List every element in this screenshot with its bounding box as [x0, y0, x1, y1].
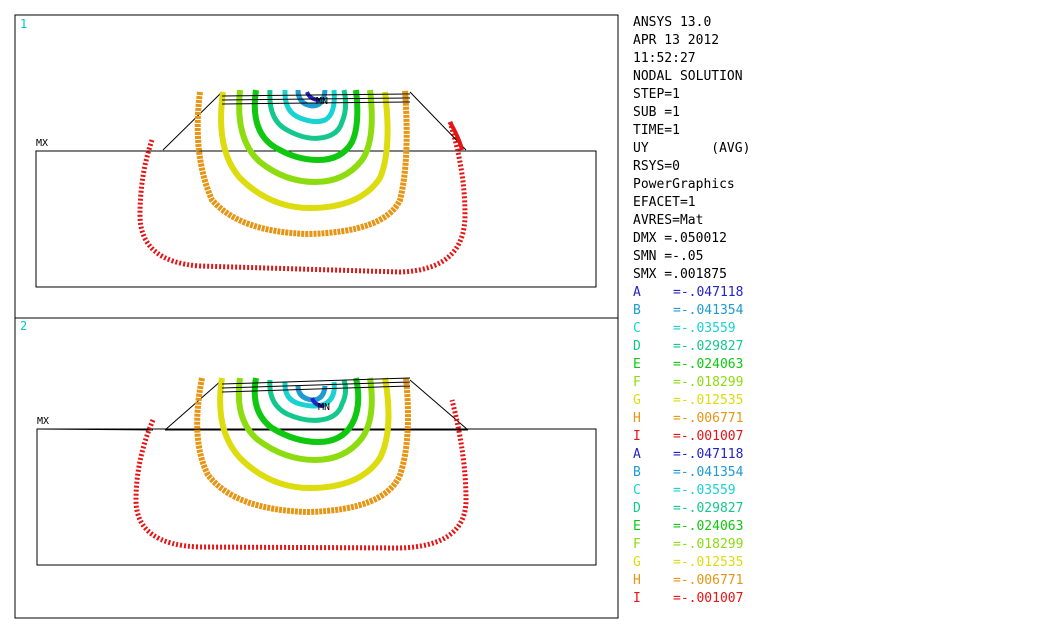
- legend-value: =-.029827: [673, 339, 744, 354]
- info-line: EFACET=1: [633, 195, 696, 210]
- legend-value: =-.029827: [673, 501, 744, 516]
- info-line: ANSYS 13.0: [633, 15, 712, 30]
- legend-value: =-.018299: [673, 375, 744, 390]
- legend-value: =-.006771: [673, 573, 744, 588]
- legend-row: B =-.041354: [633, 464, 1043, 482]
- max-marker-label: MX: [37, 416, 49, 427]
- legend-value: =-.012535: [673, 393, 744, 408]
- legend-row: D =-.029827: [633, 500, 1043, 518]
- viewport-number: 1: [20, 17, 27, 31]
- legend-row: F =-.018299: [633, 536, 1043, 554]
- legend-value: =-.047118: [673, 447, 744, 462]
- legend-letter: F: [633, 537, 641, 552]
- legend-letter: H: [633, 411, 641, 426]
- contour-legend: A =-.047118 B =-.041354 C =-.03559 D =-.029827 E…: [633, 284, 1043, 608]
- legend-letter: A: [633, 447, 641, 462]
- legend-row: D =-.029827: [633, 338, 1043, 356]
- info-line: APR 13 2012: [633, 33, 720, 48]
- legend-row: E =-.024063: [633, 518, 1043, 536]
- legend-row: G =-.012535: [633, 554, 1043, 572]
- legend-row: C =-.03559: [633, 320, 1043, 338]
- info-line: DMX =.050012: [633, 231, 727, 246]
- legend-row: H =-.006771: [633, 572, 1043, 590]
- max-marker-label: MX: [36, 138, 48, 149]
- legend-value: =-.041354: [673, 465, 744, 480]
- min-marker-label: MN: [318, 402, 330, 413]
- legend-letter: B: [633, 303, 641, 318]
- legend-value: =-.041354: [673, 303, 744, 318]
- info-line: AVRES=Mat: [633, 213, 704, 228]
- min-marker-label: MN: [316, 96, 328, 107]
- legend-row: H =-.006771: [633, 410, 1043, 428]
- legend-letter: G: [633, 393, 641, 408]
- legend-letter: E: [633, 357, 641, 372]
- legend-value: =-.001007: [673, 429, 744, 444]
- legend-value: =-.024063: [673, 519, 744, 534]
- solution-info: ANSYS 13.0 APR 13 2012 11:52:27 NODAL SOLUT…: [633, 14, 1043, 284]
- legend-value: =-.03559: [673, 321, 736, 336]
- legend-value: =-.03559: [673, 483, 736, 498]
- legend-value: =-.012535: [673, 555, 744, 570]
- info-panel: ANSYS 13.0 APR 13 2012 11:52:27 NODAL SOLUT…: [633, 14, 1043, 608]
- legend-letter: D: [633, 339, 641, 354]
- legend-letter: I: [633, 429, 641, 444]
- legend-letter: D: [633, 501, 641, 516]
- contour-plot: [137, 89, 468, 275]
- viewport-number: 2: [20, 319, 27, 333]
- legend-letter: E: [633, 519, 641, 534]
- undeformed-block-outline: [36, 428, 597, 566]
- legend-value: =-.001007: [673, 591, 744, 606]
- legend-row: A =-.047118: [633, 446, 1043, 464]
- legend-row: C =-.03559: [633, 482, 1043, 500]
- legend-letter: H: [633, 573, 641, 588]
- info-line: SMX =.001875: [633, 267, 727, 282]
- info-line: STEP=1: [633, 87, 680, 102]
- legend-letter: A: [633, 285, 641, 300]
- legend-value: =-.006771: [673, 411, 744, 426]
- legend-letter: C: [633, 483, 641, 498]
- info-line: SUB =1: [633, 105, 680, 120]
- legend-row: E =-.024063: [633, 356, 1043, 374]
- legend-value: =-.024063: [673, 357, 744, 372]
- info-line: PowerGraphics: [633, 177, 735, 192]
- legend-letter: B: [633, 465, 641, 480]
- undeformed-block-outline: [35, 150, 597, 288]
- viewport-1[interactable]: 1 MX MN: [14, 14, 619, 319]
- info-line: UY (AVG): [633, 141, 751, 156]
- info-line: RSYS=0: [633, 159, 680, 174]
- legend-letter: C: [633, 321, 641, 336]
- viewport-2[interactable]: 2 MX MN: [14, 317, 619, 619]
- legend-row: G =-.012535: [633, 392, 1043, 410]
- legend-row: I =-.001007: [633, 590, 1043, 608]
- legend-value: =-.018299: [673, 537, 744, 552]
- info-line: SMN =-.05: [633, 249, 704, 264]
- info-line: TIME=1: [633, 123, 680, 138]
- legend-row: A =-.047118: [633, 284, 1043, 302]
- legend-value: =-.047118: [673, 285, 744, 300]
- info-line: NODAL SOLUTION: [633, 69, 743, 84]
- legend-letter: F: [633, 375, 641, 390]
- info-line: 11:52:27: [633, 51, 696, 66]
- legend-letter: G: [633, 555, 641, 570]
- contour-plot: [36, 377, 469, 551]
- legend-row: B =-.041354: [633, 302, 1043, 320]
- legend-letter: I: [633, 591, 641, 606]
- legend-row: F =-.018299: [633, 374, 1043, 392]
- legend-row: I =-.001007: [633, 428, 1043, 446]
